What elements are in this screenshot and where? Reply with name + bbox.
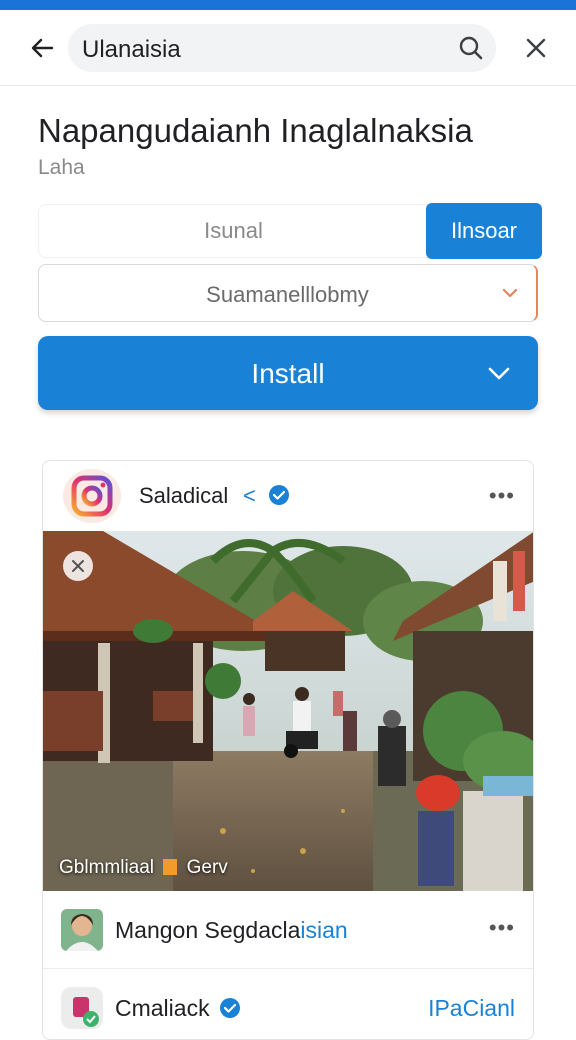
village-street-illustration xyxy=(43,531,533,891)
caption-badge-icon xyxy=(163,859,178,875)
photo-caption-left: Gblmmliaal xyxy=(59,857,155,878)
install-button-label: Install xyxy=(251,358,325,389)
search-icon[interactable] xyxy=(458,35,484,61)
install-button[interactable]: Install xyxy=(38,336,538,410)
app-icon[interactable] xyxy=(61,987,103,1029)
avatar-face-icon xyxy=(61,909,103,951)
dropdown-selected-value: Suamanelllobmy xyxy=(206,282,369,307)
segment-left[interactable]: Isunal xyxy=(38,204,428,258)
search-input[interactable]: Ulanaisia xyxy=(68,24,496,72)
instagram-glyph-icon xyxy=(71,475,113,517)
row-action-link[interactable]: IPaCianl xyxy=(428,995,515,1022)
option-dropdown[interactable]: Suamanelllobmy xyxy=(38,264,538,322)
close-button[interactable] xyxy=(518,30,554,66)
verified-badge-icon xyxy=(269,485,289,505)
back-button[interactable] xyxy=(24,32,60,64)
close-icon xyxy=(526,38,546,58)
post-photo[interactable]: Gblmmliaal Gerv xyxy=(43,531,533,891)
status-bar xyxy=(0,0,576,10)
row-name[interactable]: Mangon Segdaclaisian xyxy=(115,917,348,944)
search-toolbar: Ulanaisia xyxy=(0,10,576,86)
back-arrow-icon xyxy=(31,38,54,58)
row-name[interactable]: Cmaliack xyxy=(115,995,210,1022)
chevron-down-icon xyxy=(502,288,518,298)
arrow-glyph: < xyxy=(243,483,256,508)
more-options-button[interactable]: ••• xyxy=(489,915,515,941)
list-item[interactable]: Cmaliack IPaCianl xyxy=(43,969,533,1039)
photo-caption: Gblmmliaal Gerv xyxy=(59,857,228,879)
close-icon xyxy=(72,560,84,572)
post-header: Saladical < ••• xyxy=(43,461,533,531)
photo-caption-right: Gerv xyxy=(186,857,228,878)
verified-badge-icon xyxy=(220,998,240,1018)
photo-close-button[interactable] xyxy=(63,551,93,581)
search-query: Ulanaisia xyxy=(82,36,181,63)
avatar[interactable] xyxy=(61,909,103,951)
app-glyph-icon xyxy=(61,987,103,1029)
segment-right[interactable]: Ilnsoar xyxy=(426,203,542,259)
instagram-logo-icon[interactable] xyxy=(63,469,121,523)
account-name[interactable]: Saladical xyxy=(139,483,228,509)
page-title: Napangudaianh Inaglalnaksia xyxy=(38,112,473,149)
chevron-down-icon[interactable] xyxy=(486,363,512,383)
post-card: Saladical < ••• Gblmmliaal Gerv Mangon S… xyxy=(42,460,534,1040)
list-item[interactable]: Mangon Segdaclaisian ••• xyxy=(43,891,533,969)
page-subtitle: Laha xyxy=(38,156,85,179)
row-name-primary: Mangon Segdacla xyxy=(115,917,301,943)
row-name-highlight: isian xyxy=(300,917,348,943)
more-options-button[interactable]: ••• xyxy=(489,483,515,509)
